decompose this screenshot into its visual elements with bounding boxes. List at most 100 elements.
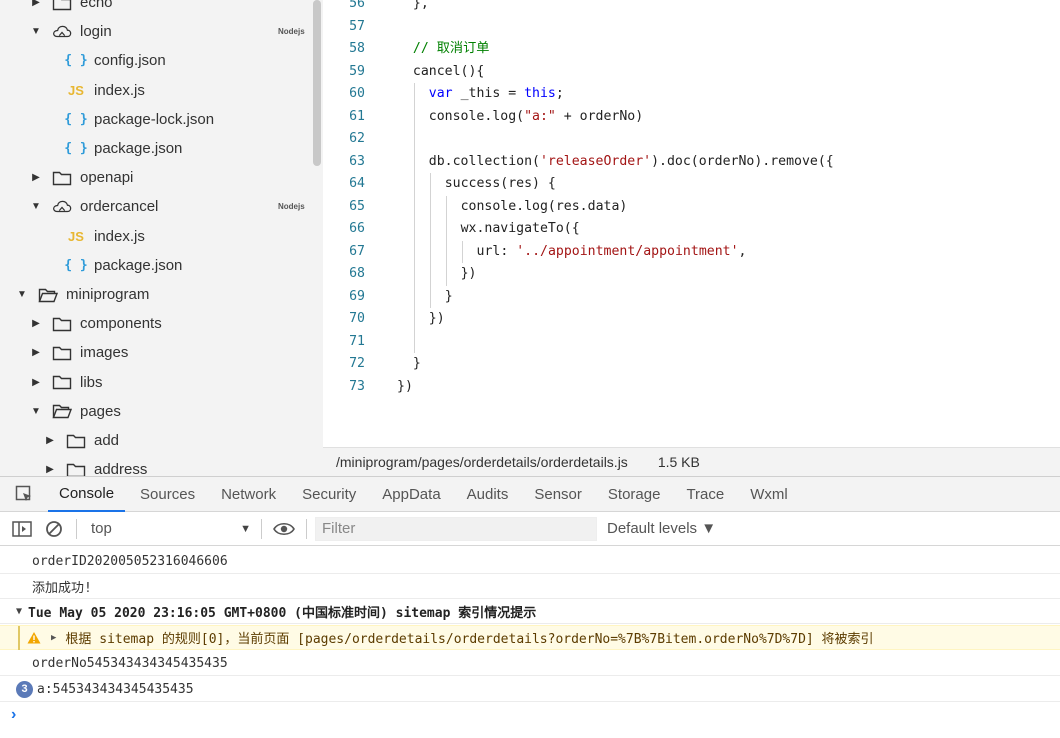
inspect-element-icon[interactable] — [0, 476, 48, 512]
tree-item[interactable]: { } package.json — [0, 134, 310, 163]
tab-wxml[interactable]: Wxml — [739, 477, 799, 512]
caret-down-icon[interactable]: ▼ — [16, 289, 28, 300]
caret-right-icon[interactable]: ▶ — [30, 377, 42, 388]
line-number: 57 — [349, 18, 365, 34]
json-file-icon: { } — [64, 111, 88, 127]
cloud-function-icon — [52, 23, 72, 41]
code-text: } — [445, 286, 453, 309]
caret-right-icon[interactable]: ▶ — [44, 435, 56, 446]
json-file-icon: { } — [64, 53, 88, 69]
code-token: db.collection( — [428, 153, 540, 169]
tree-item[interactable]: ▶ address — [0, 455, 310, 476]
tab-sensor[interactable]: Sensor — [523, 477, 593, 512]
clear-console-icon[interactable] — [42, 517, 66, 541]
indent-guide — [413, 330, 415, 353]
caret-down-icon[interactable]: ▼ — [16, 606, 22, 617]
tree-item[interactable]: ▼ miniprogram — [0, 280, 310, 309]
console-message: orderID202005052316046606 — [0, 549, 1060, 574]
folder-icon — [52, 315, 72, 333]
code-line: 63 db.collection('releaseOrder').doc(orde… — [323, 150, 1060, 174]
log-levels-dropdown[interactable]: Default levels ▼ — [607, 520, 716, 537]
indent-guide — [413, 218, 415, 241]
code-text: }, — [413, 0, 429, 16]
tab-appdata[interactable]: AppData — [371, 477, 451, 512]
code-line: 69} — [323, 285, 1060, 309]
indent-guide — [445, 240, 447, 263]
tree-item[interactable]: ▼ ordercancel Nodejs — [0, 192, 310, 221]
caret-right-icon[interactable]: ▶ — [30, 318, 42, 329]
code-text: // 取消订单 — [413, 38, 490, 61]
folder-icon — [52, 344, 72, 362]
tree-item-label: login — [80, 23, 112, 41]
js-file-icon: JS — [68, 228, 84, 244]
code-token: "a:" — [524, 108, 556, 124]
tree-item[interactable]: JS index.js — [0, 222, 310, 251]
tab-console[interactable]: Console — [48, 477, 126, 512]
line-number: 62 — [349, 131, 365, 146]
cloud-function-icon — [52, 198, 72, 216]
code-line: 71 — [323, 330, 1060, 353]
caret-right-icon[interactable]: ▶ — [30, 347, 42, 358]
code-token: '../appointment/appointment' — [516, 243, 739, 259]
tree-item[interactable]: { } package-lock.json — [0, 105, 310, 134]
indent-guide — [413, 83, 415, 106]
tree-item-label: index.js — [94, 81, 145, 99]
console-toolbar: top ▼ Filter Default levels ▼ — [0, 512, 1060, 546]
line-number: 60 — [349, 86, 365, 101]
file-tree: ▶ echo ▼ login Nodejs { } config.json JS index.j… — [0, 0, 323, 476]
tree-item[interactable]: { } package.json — [0, 251, 310, 280]
line-number: 69 — [349, 288, 365, 304]
code-text: db.collection('releaseOrder').doc(orderN… — [429, 151, 834, 174]
tree-item-label: package-lock.json — [94, 110, 215, 128]
caret-right-icon[interactable]: ▶ — [30, 0, 42, 8]
tree-item[interactable]: ▶ openapi — [0, 163, 310, 192]
tree-item[interactable]: ▶ components — [0, 309, 310, 338]
tab-audits[interactable]: Audits — [456, 477, 520, 512]
console-prompt-icon[interactable]: › — [11, 706, 16, 724]
caret-down-icon[interactable]: ▼ — [30, 406, 42, 417]
caret-right-icon[interactable]: ▶ — [51, 633, 56, 643]
tab-network[interactable]: Network — [210, 477, 287, 512]
code-text: } — [413, 353, 421, 376]
eye-icon[interactable] — [272, 517, 296, 541]
caret-right-icon[interactable]: ▶ — [44, 464, 56, 475]
line-number: 63 — [349, 153, 365, 169]
caret-right-icon[interactable]: ▶ — [30, 172, 42, 183]
tab-trace[interactable]: Trace — [675, 477, 735, 512]
tab-sources[interactable]: Sources — [129, 477, 206, 512]
line-number: 68 — [349, 266, 365, 281]
indent-guide — [413, 285, 415, 308]
code-text: }) — [429, 308, 445, 331]
tree-item[interactable]: ▶ add — [0, 426, 310, 455]
tree-item[interactable]: ▶ libs — [0, 368, 310, 397]
file-size: 1.5 KB — [657, 454, 700, 470]
toggle-sidebar-icon[interactable] — [10, 517, 34, 541]
folder-open-icon — [52, 402, 72, 420]
code-editor[interactable]: 56}, 57 58 // 取消订单 59 cancel(){60 var _this = … — [323, 0, 1060, 447]
context-select[interactable]: top ▼ — [91, 520, 251, 537]
tree-item-label: echo — [80, 0, 113, 11]
indent-guide — [413, 240, 415, 263]
tree-item[interactable]: ▶ images — [0, 338, 310, 367]
tree-item[interactable]: ▼ login Nodejs — [0, 17, 310, 46]
tree-item-label: package.json — [94, 256, 183, 274]
tab-storage[interactable]: Storage — [597, 477, 672, 512]
code-line: 57 — [323, 16, 1060, 39]
code-text: success(res) { — [445, 173, 556, 196]
tab-security[interactable]: Security — [291, 477, 367, 512]
caret-down-icon[interactable]: ▼ — [30, 201, 42, 212]
code-line: 64 success(res) { — [323, 173, 1060, 196]
indent-guide — [429, 240, 431, 263]
console-message: ▼ Tue May 05 2020 23:16:05 GMT+0800 (中国标准… — [0, 599, 1060, 624]
tree-item[interactable]: ▼ pages — [0, 397, 310, 426]
console-message-text: orderNo545343434345435435 — [32, 655, 228, 671]
code-token: }) — [428, 311, 445, 326]
tree-item[interactable]: JS index.js — [0, 76, 310, 105]
file-tree-scrollbar-thumb[interactable] — [313, 0, 321, 166]
code-text: wx.navigateTo({ — [461, 218, 580, 241]
code-line: 73}) — [323, 376, 1060, 399]
tree-item[interactable]: ▶ echo — [0, 0, 310, 17]
caret-down-icon[interactable]: ▼ — [30, 26, 42, 37]
tree-item[interactable]: { } config.json — [0, 46, 310, 75]
filter-input[interactable]: Filter — [315, 516, 597, 541]
